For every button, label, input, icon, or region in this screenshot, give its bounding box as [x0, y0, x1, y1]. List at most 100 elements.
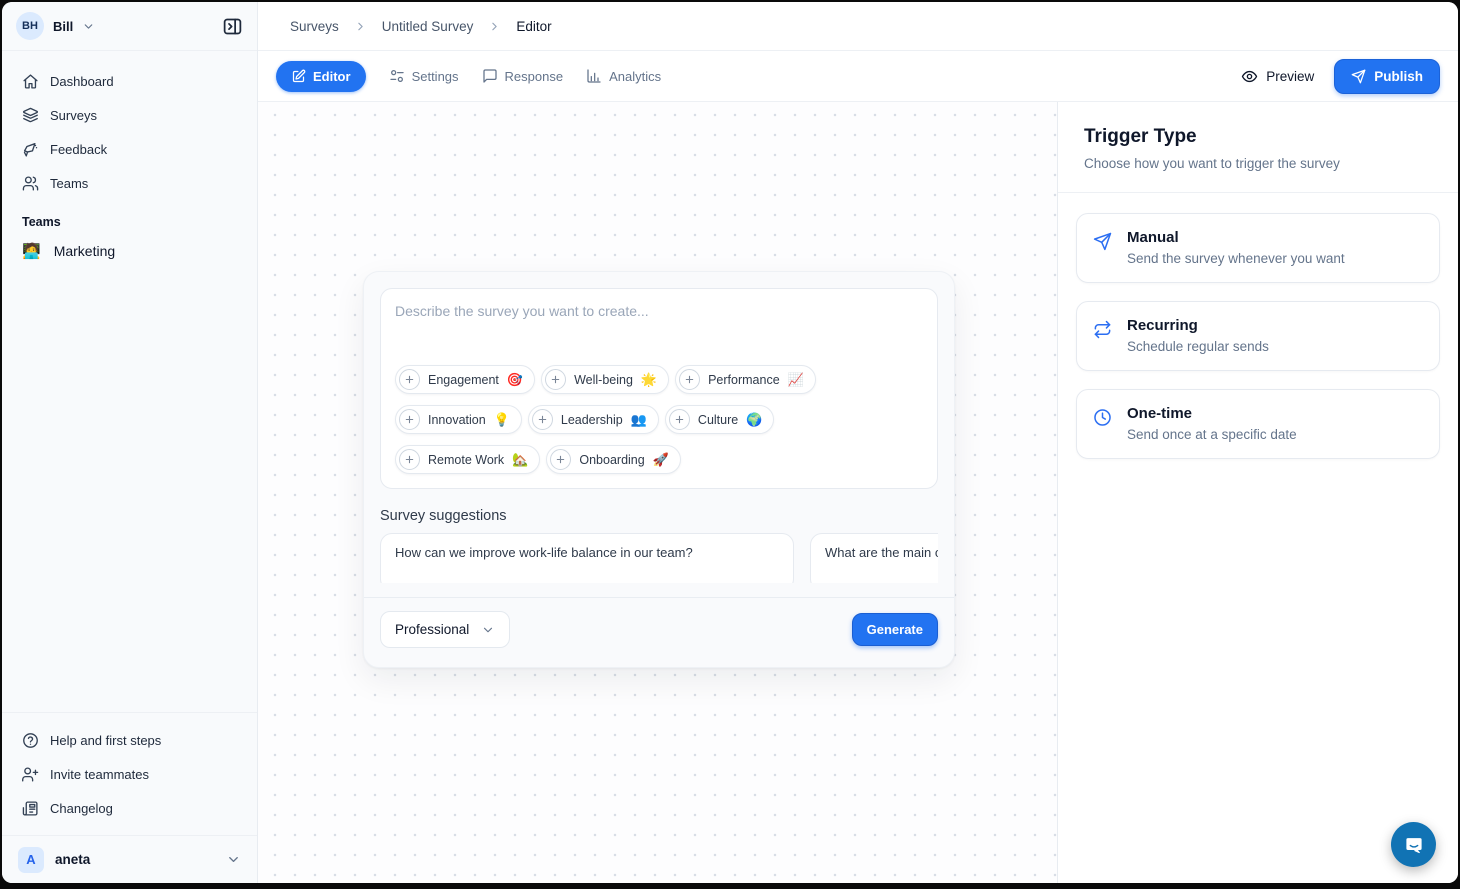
panel-subtitle: Choose how you want to trigger the surve… [1084, 156, 1432, 171]
plus-icon [399, 449, 420, 470]
trigger-option-text: Recurring Schedule regular sends [1127, 317, 1269, 354]
chevron-down-icon [226, 852, 241, 867]
layers-icon [22, 107, 39, 124]
sidebar-spacer [2, 269, 257, 712]
preview-label: Preview [1266, 69, 1314, 84]
chip-onboarding[interactable]: Onboarding 🚀 [546, 445, 681, 474]
publish-label: Publish [1374, 69, 1423, 84]
eye-icon [1241, 68, 1258, 85]
content-area: Describe the survey you want to create..… [258, 102, 1458, 883]
user-avatar: A [18, 847, 44, 873]
tone-select[interactable]: Professional [380, 611, 510, 648]
generator-footer: Professional Generate [364, 597, 954, 651]
sidebar-item-label: Invite teammates [50, 767, 149, 782]
trigger-option-description: Send once at a specific date [1127, 427, 1297, 442]
clock-icon [1093, 408, 1112, 427]
chip-remote-work[interactable]: Remote Work 🏡 [395, 445, 540, 474]
breadcrumb-editor: Editor [516, 19, 551, 34]
topic-chips: Engagement 🎯 Well-being 🌟 Performance [395, 365, 923, 474]
sidebar-team-marketing[interactable]: 🧑‍💻 Marketing [14, 233, 245, 269]
trigger-option-text: Manual Send the survey whenever you want [1127, 229, 1345, 266]
chat-launcher-button[interactable] [1391, 822, 1436, 867]
sidebar-item-changelog[interactable]: Changelog [14, 791, 245, 825]
sidebar-item-label: Help and first steps [50, 733, 161, 748]
message-square-icon [482, 68, 498, 84]
main-area: Surveys Untitled Survey Editor Editor [258, 2, 1458, 883]
user-name: aneta [55, 852, 90, 867]
breadcrumb-surveys[interactable]: Surveys [290, 19, 339, 34]
trigger-option-title: One-time [1127, 405, 1297, 422]
sidebar-item-label: Teams [50, 176, 88, 191]
plus-icon [545, 369, 566, 390]
app-window: BH Bill Dashboard Surv [2, 2, 1458, 883]
trigger-option-manual[interactable]: Manual Send the survey whenever you want [1076, 213, 1440, 283]
workspace-name: Bill [53, 19, 73, 34]
publish-button[interactable]: Publish [1334, 59, 1440, 94]
sidebar-item-teams[interactable]: Teams [14, 166, 245, 200]
tab-label: Settings [412, 69, 459, 84]
tab-analytics[interactable]: Analytics [586, 68, 661, 84]
sidebar-footer-nav: Help and first steps Invite teammates Ch… [2, 712, 257, 835]
suggestions-title: Survey suggestions [380, 508, 938, 524]
chip-culture[interactable]: Culture 🌍 [665, 405, 774, 434]
trigger-option-title: Manual [1127, 229, 1345, 246]
people-emoji-icon: 👥 [631, 412, 647, 428]
sliders-icon [389, 68, 405, 84]
trigger-option-description: Send the survey whenever you want [1127, 251, 1345, 266]
chip-well-being[interactable]: Well-being 🌟 [541, 365, 669, 394]
plus-icon [679, 369, 700, 390]
tab-settings[interactable]: Settings [389, 68, 459, 84]
suggestion-card[interactable]: How can we improve work-life balance in … [380, 533, 794, 583]
sidebar-item-dashboard[interactable]: Dashboard [14, 64, 245, 98]
workspace-avatar: BH [16, 12, 44, 40]
breadcrumb: Surveys Untitled Survey Editor [258, 2, 1458, 51]
chevron-right-icon [354, 20, 367, 33]
dart-emoji-icon: 🎯 [507, 372, 523, 388]
edit-icon [291, 69, 306, 84]
chip-innovation[interactable]: Innovation 💡 [395, 405, 522, 434]
chart-emoji-icon: 📈 [788, 372, 804, 388]
sidebar-collapse-button[interactable] [220, 14, 245, 39]
tab-label: Editor [313, 69, 351, 84]
chevron-down-icon [481, 623, 495, 637]
sidebar-item-surveys[interactable]: Surveys [14, 98, 245, 132]
preview-button[interactable]: Preview [1241, 68, 1314, 85]
bulb-emoji-icon: 💡 [494, 412, 510, 428]
newspaper-icon [22, 800, 39, 817]
sidebar-item-feedback[interactable]: Feedback [14, 132, 245, 166]
sidebar-item-label: Feedback [50, 142, 107, 157]
sidebar-item-help[interactable]: Help and first steps [14, 723, 245, 757]
tab-label: Response [505, 69, 564, 84]
editor-canvas[interactable]: Describe the survey you want to create..… [258, 102, 1058, 883]
send-icon [1351, 69, 1366, 84]
rocket-emoji-icon: 🚀 [653, 452, 669, 468]
chip-performance[interactable]: Performance 📈 [675, 365, 816, 394]
team-label: Marketing [54, 243, 115, 259]
bar-chart-icon [586, 68, 602, 84]
panel-title: Trigger Type [1084, 126, 1432, 148]
plus-icon [399, 409, 420, 430]
trigger-option-recurring[interactable]: Recurring Schedule regular sends [1076, 301, 1440, 371]
sidebar-item-invite[interactable]: Invite teammates [14, 757, 245, 791]
tab-editor[interactable]: Editor [276, 61, 366, 92]
sidebar-item-label: Changelog [50, 801, 113, 816]
trigger-option-description: Schedule regular sends [1127, 339, 1269, 354]
repeat-icon [1093, 320, 1112, 339]
trigger-options: Manual Send the survey whenever you want… [1058, 193, 1458, 497]
user-menu[interactable]: A aneta [2, 835, 257, 883]
survey-prompt-input[interactable]: Describe the survey you want to create..… [380, 288, 938, 489]
plus-icon [669, 409, 690, 430]
generate-button[interactable]: Generate [852, 613, 938, 646]
suggestion-card[interactable]: What are the main ob [810, 533, 938, 583]
user-plus-icon [22, 766, 39, 783]
chip-leadership[interactable]: Leadership 👥 [528, 405, 659, 434]
tab-response[interactable]: Response [482, 68, 564, 84]
users-icon [22, 175, 39, 192]
trigger-option-one-time[interactable]: One-time Send once at a specific date [1076, 389, 1440, 459]
help-circle-icon [22, 732, 39, 749]
workspace-switcher[interactable]: BH Bill [2, 2, 257, 51]
breadcrumb-untitled-survey[interactable]: Untitled Survey [382, 19, 474, 34]
sidebar-item-label: Surveys [50, 108, 97, 123]
chip-engagement[interactable]: Engagement 🎯 [395, 365, 535, 394]
megaphone-icon [22, 141, 39, 158]
